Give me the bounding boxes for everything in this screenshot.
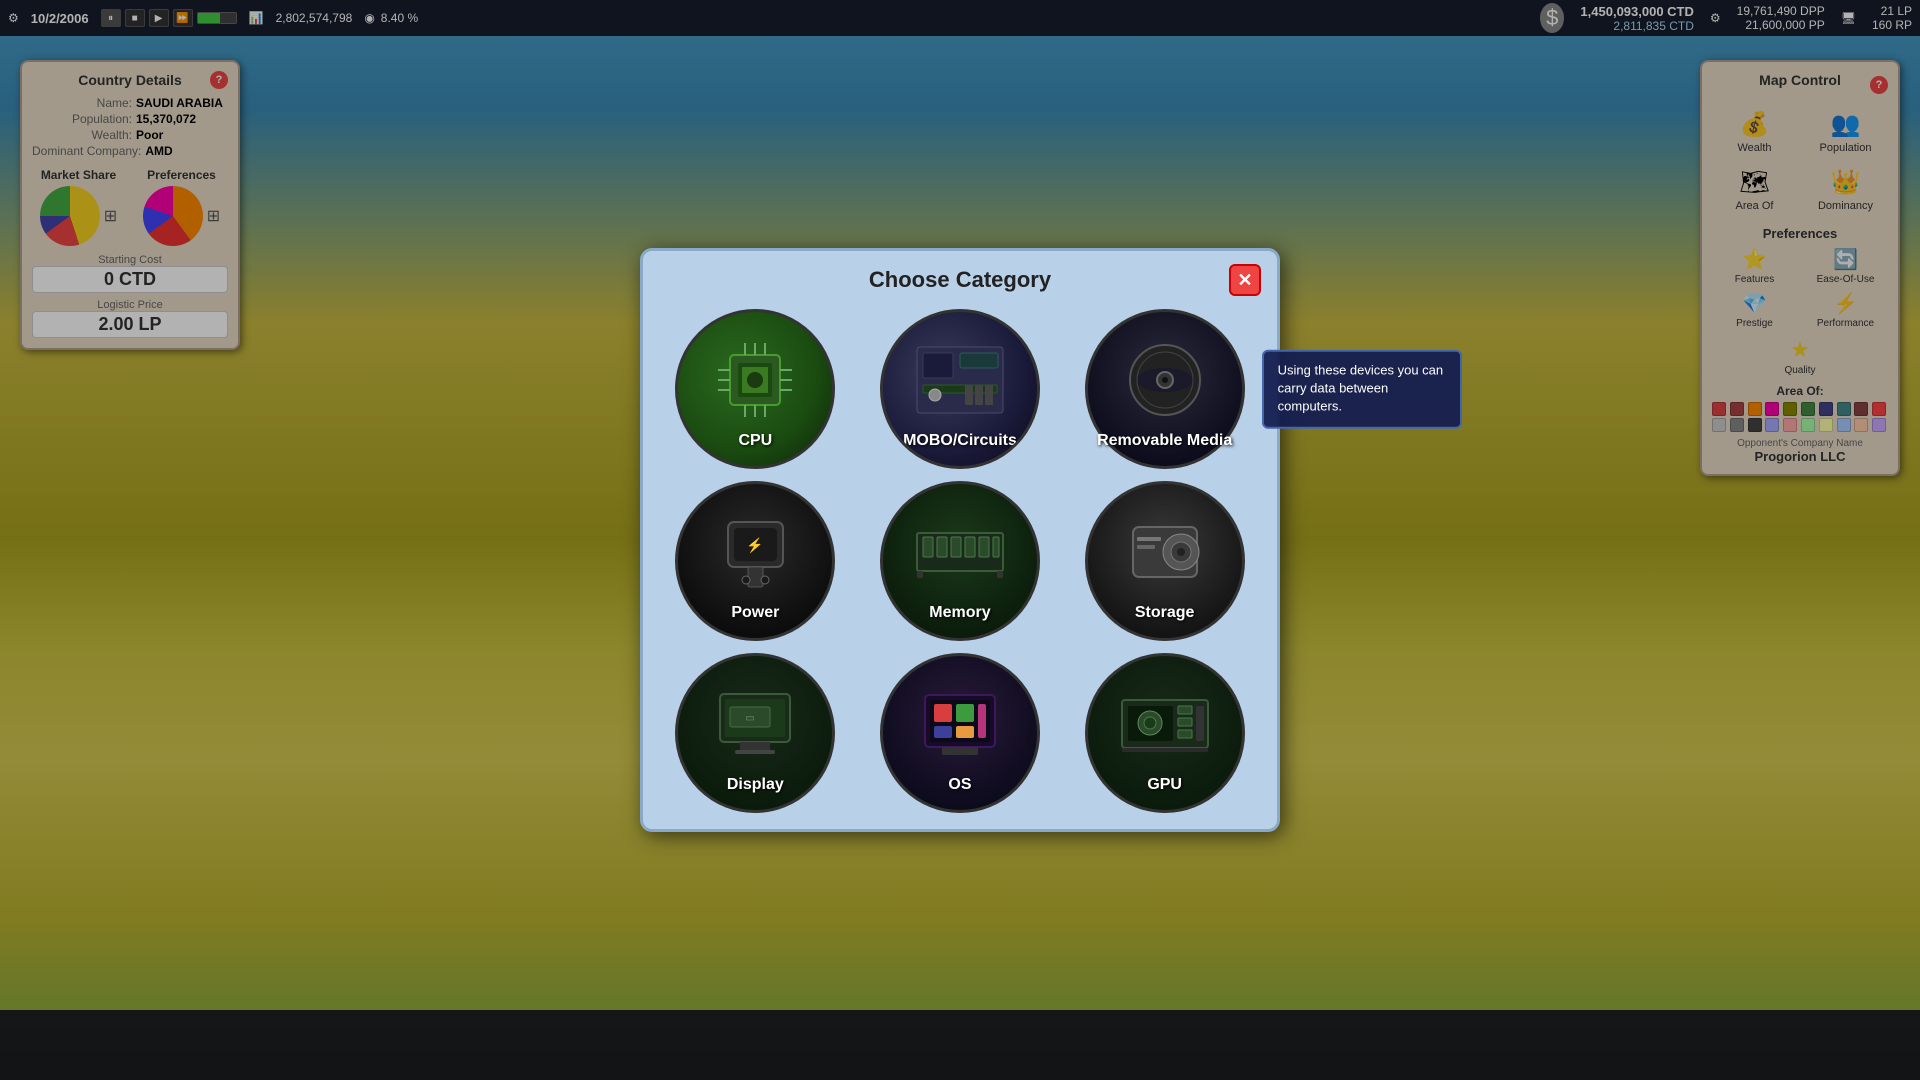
category-btn-cpu[interactable]: CPU	[675, 309, 835, 469]
removable-media-tooltip: Using these devices you can carry data b…	[1262, 350, 1462, 429]
category-grid: CPU MOBO/Circuits Removable MediaUsing the…	[659, 309, 1261, 813]
modal-title-bar: Choose Category ✕	[659, 267, 1261, 293]
category-icon-removable	[1100, 324, 1230, 436]
modal-title: Choose Category	[869, 267, 1051, 293]
modal-overlay: Choose Category ✕ CPU MOBO/Circuits Remova…	[0, 0, 1920, 1080]
category-icon-os	[895, 668, 1025, 780]
category-label-os: OS	[948, 776, 971, 794]
category-btn-storage[interactable]: Storage	[1085, 481, 1245, 641]
svg-text:▭: ▭	[746, 713, 755, 724]
category-icon-storage	[1100, 496, 1230, 608]
category-label-storage: Storage	[1135, 604, 1195, 622]
svg-text:⚡: ⚡	[746, 537, 763, 554]
category-btn-memory[interactable]: Memory	[880, 481, 1040, 641]
category-icon-display: ▭	[690, 668, 820, 780]
category-label-removable: Removable Media	[1097, 432, 1232, 450]
category-label-display: Display	[727, 776, 784, 794]
category-icon-mobo	[895, 324, 1025, 436]
category-label-mobo: MOBO/Circuits	[903, 432, 1017, 450]
category-label-power: Power	[731, 604, 779, 622]
category-icon-cpu	[690, 324, 820, 436]
category-icon-gpu	[1100, 668, 1230, 780]
category-btn-power[interactable]: ⚡ Power	[675, 481, 835, 641]
category-icon-memory	[895, 496, 1025, 608]
category-btn-os[interactable]: OS	[880, 653, 1040, 813]
category-btn-display[interactable]: ▭ Display	[675, 653, 835, 813]
category-btn-gpu[interactable]: GPU	[1085, 653, 1245, 813]
category-label-cpu: CPU	[738, 432, 772, 450]
category-label-gpu: GPU	[1147, 776, 1182, 794]
category-icon-power: ⚡	[690, 496, 820, 608]
modal-close-button[interactable]: ✕	[1229, 264, 1261, 296]
category-label-memory: Memory	[929, 604, 990, 622]
category-btn-mobo[interactable]: MOBO/Circuits	[880, 309, 1040, 469]
category-btn-removable[interactable]: Removable MediaUsing these devices you c…	[1085, 309, 1245, 469]
choose-category-modal: Choose Category ✕ CPU MOBO/Circuits Remova…	[640, 248, 1280, 832]
